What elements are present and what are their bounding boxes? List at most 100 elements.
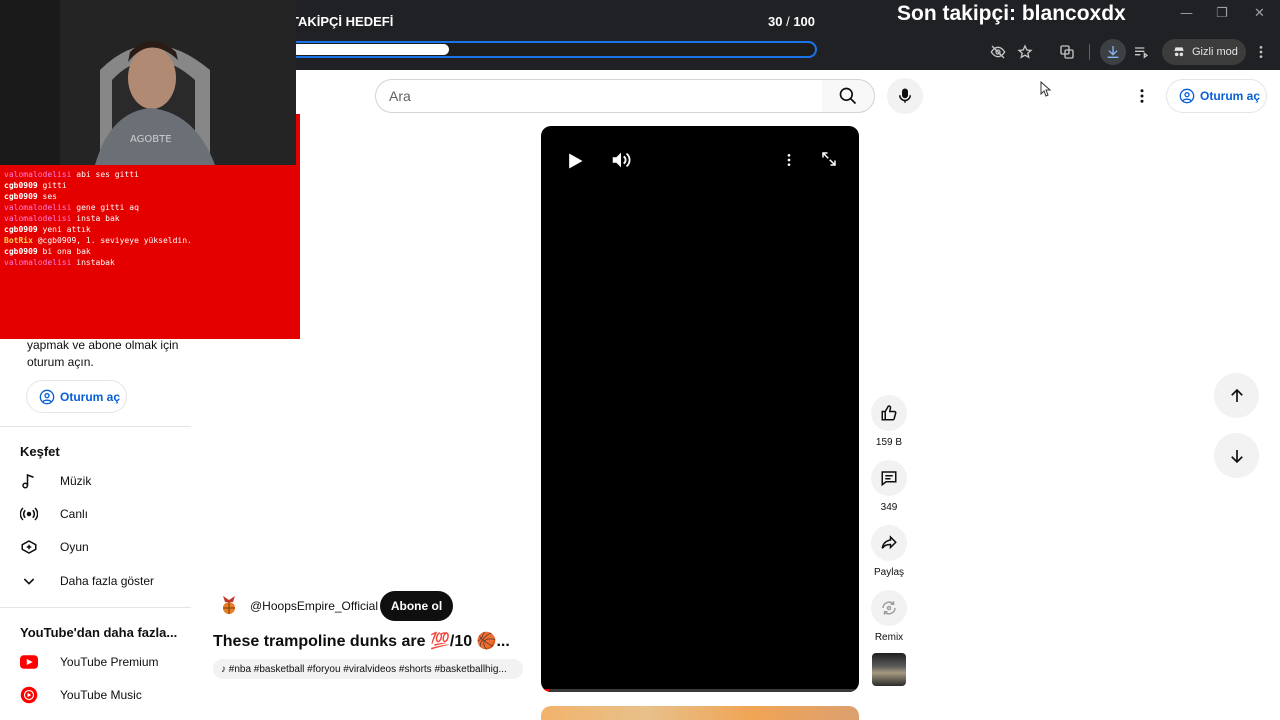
sidebar-item-live[interactable]: Canlı — [20, 499, 190, 529]
search-button[interactable] — [822, 79, 875, 113]
gaming-icon — [20, 538, 38, 556]
sidebar-signin-label: Oturum aç — [60, 389, 121, 404]
minimize-icon[interactable]: — — [1180, 6, 1193, 21]
search-box[interactable] — [375, 79, 823, 113]
sidebar-item-youtube-music[interactable]: YouTube Music — [20, 680, 190, 710]
arrow-up-icon — [1230, 388, 1243, 402]
play-icon[interactable] — [565, 151, 585, 176]
sidebar-item-youtube-premium[interactable]: YouTube Premium — [20, 647, 190, 677]
chat-message: cgb0909 ses — [4, 191, 300, 202]
live-icon — [20, 505, 38, 523]
chat-username: valomalodelisi — [4, 203, 72, 212]
previous-short-button[interactable] — [1214, 373, 1259, 418]
chat-username: cgb0909 — [4, 225, 38, 234]
fullscreen-icon[interactable] — [820, 150, 838, 173]
sidebar-item-show-more[interactable]: Daha fazla göster — [20, 566, 190, 596]
bookmark-star-icon[interactable] — [1013, 40, 1037, 64]
chat-text: yeni attık — [42, 225, 91, 234]
voice-search-button[interactable] — [887, 78, 923, 114]
webcam-feed: AGOBTE — [0, 0, 296, 165]
player-more-icon[interactable] — [781, 150, 797, 175]
chat-message: valomalodelisi abi ses gitti — [4, 169, 300, 180]
chat-text: instabak — [76, 258, 115, 267]
maximize-icon[interactable]: ❐ — [1216, 6, 1228, 21]
incognito-label: Gizli mod — [1192, 46, 1238, 58]
like-button[interactable] — [871, 395, 907, 431]
chat-message: valomalodelisi instabak — [4, 257, 300, 268]
follower-goal-count: 30 / 100 — [768, 14, 816, 29]
sidebar-item-label: Müzik — [60, 474, 92, 488]
microphone-icon — [899, 88, 911, 103]
shorts-player[interactable] — [541, 126, 859, 692]
subscribe-button[interactable]: Abone ol — [380, 591, 453, 621]
incognito-icon — [1174, 47, 1184, 57]
chat-message: cgb0909 gitti — [4, 180, 300, 191]
remix-label: Remix — [874, 632, 904, 643]
share-label: Paylaş — [873, 567, 904, 578]
share-icon — [881, 535, 897, 550]
translate-icon[interactable] — [1055, 40, 1079, 64]
search-input[interactable] — [389, 88, 822, 104]
tracking-protection-icon[interactable] — [986, 40, 1010, 64]
channel-name[interactable]: @HoopsEmpire_Official — [250, 599, 378, 613]
chat-message: valomalodelisi insta bak — [4, 213, 300, 224]
sidebar-signin-button[interactable]: Oturum aç — [26, 380, 127, 413]
toolbar-separator — [1089, 44, 1090, 60]
chat-message: cgb0909 bi ona bak — [4, 246, 300, 257]
browser-menu-icon[interactable] — [1249, 40, 1273, 64]
last-follower-text: Son takipçi: blancoxdx — [897, 2, 1126, 25]
reading-list-icon[interactable] — [1129, 40, 1153, 64]
music-note-icon — [20, 472, 38, 490]
sound-thumbnail[interactable] — [872, 653, 906, 686]
sidebar-item-label: YouTube Music — [60, 688, 142, 702]
sidebar-signin-prompt: yapmak ve abone olmak için oturum açın. — [27, 338, 179, 369]
sidebar-item-label: Oyun — [60, 540, 89, 554]
chat-text: ses — [42, 192, 57, 201]
settings-more-button[interactable] — [1130, 84, 1154, 108]
sidebar-divider — [0, 607, 191, 608]
search-icon — [839, 87, 857, 105]
player-progress-bar[interactable] — [541, 689, 859, 692]
sidebar-item-gaming[interactable]: Oyun — [20, 532, 190, 562]
more-from-youtube-heading: YouTube'dan daha fazla... — [20, 625, 178, 640]
chat-text: insta bak — [76, 214, 120, 223]
signin-label: Oturum aç — [1200, 89, 1261, 103]
close-icon[interactable]: ✕ — [1254, 6, 1265, 21]
chevron-down-icon — [20, 572, 38, 590]
channel-avatar[interactable] — [216, 591, 242, 617]
youtube-music-icon — [20, 686, 38, 704]
short-hashtags[interactable]: ♪ #nba #basketball #foryou #viralvideos … — [213, 659, 523, 679]
share-button[interactable] — [871, 525, 907, 561]
incognito-badge[interactable]: Gizli mod — [1162, 39, 1246, 65]
volume-icon[interactable] — [610, 149, 632, 176]
chat-text: gitti — [42, 181, 67, 190]
chat-username: valomalodelisi — [4, 170, 72, 179]
next-short-button[interactable] — [1214, 433, 1259, 478]
sidebar-item-label: Canlı — [60, 507, 89, 521]
stream-chat: valomalodelisi abi ses gitti cgb0909 gitt… — [0, 165, 300, 339]
like-count: 159 B — [875, 437, 903, 448]
player-progress-fill — [541, 689, 549, 692]
sidebar-item-music[interactable]: Müzik — [20, 466, 190, 496]
follower-goal-bar — [289, 41, 817, 58]
remix-button[interactable] — [871, 590, 907, 626]
comment-count: 349 — [880, 502, 898, 513]
next-short-preview[interactable] — [541, 706, 859, 720]
thumbs-up-icon — [881, 405, 897, 421]
chat-username: BotRix — [4, 236, 33, 245]
youtube-premium-icon — [20, 653, 38, 671]
sidebar-item-label: YouTube Premium — [60, 655, 159, 669]
chat-username: cgb0909 — [4, 247, 38, 256]
chat-text: abi ses gitti — [76, 170, 139, 179]
download-icon[interactable] — [1100, 39, 1126, 65]
chat-username: valomalodelisi — [4, 258, 72, 267]
chat-message: BotRix @cgb0909, 1. seviyeye yükseldin. — [4, 235, 300, 246]
follower-goal-fill — [292, 44, 449, 55]
chat-username: cgb0909 — [4, 181, 38, 190]
comments-button[interactable] — [871, 460, 907, 496]
chat-text: bi ona bak — [42, 247, 91, 256]
chat-message: valomalodelisi gene gitti aq — [4, 202, 300, 213]
account-icon — [39, 389, 55, 404]
svg-text:AGOBTE: AGOBTE — [130, 134, 172, 145]
signin-button[interactable]: Oturum aç — [1166, 79, 1267, 113]
